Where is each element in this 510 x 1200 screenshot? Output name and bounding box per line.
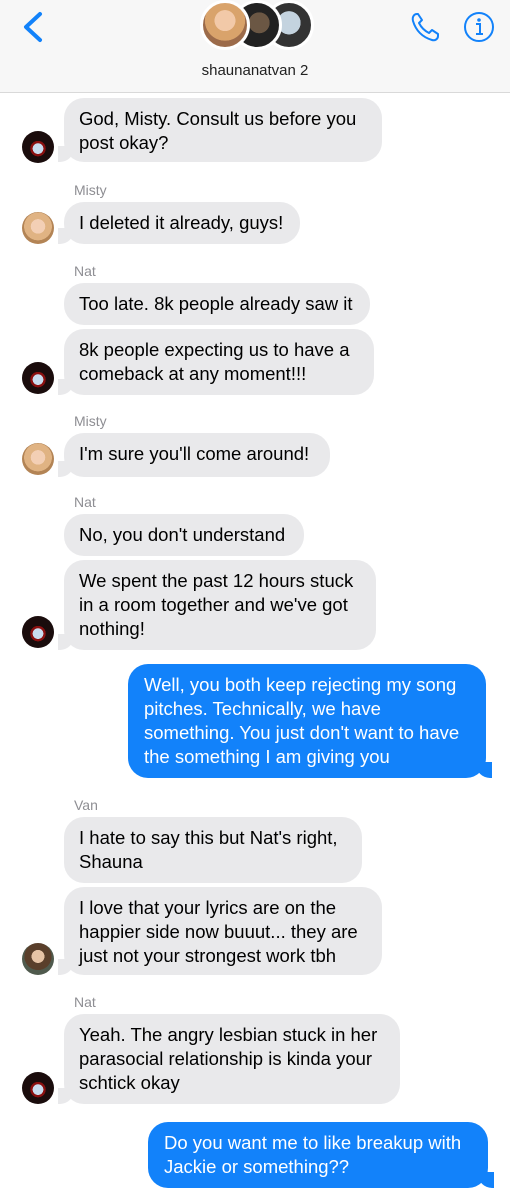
group-avatar-stack[interactable]: [200, 0, 320, 52]
sender-name: Nat: [74, 994, 96, 1010]
message-bubble[interactable]: No, you don't understand: [64, 514, 304, 556]
bubble-tail: [476, 762, 492, 778]
message-bubble[interactable]: Do you want me to like breakup with Jack…: [148, 1122, 494, 1188]
sender-name: Misty: [74, 182, 107, 198]
info-icon[interactable]: [462, 10, 496, 44]
avatar[interactable]: [22, 1072, 54, 1104]
message-bubble[interactable]: I hate to say this but Nat's right, Shau…: [64, 817, 362, 883]
message-bubble[interactable]: I'm sure you'll come around!: [58, 433, 330, 477]
sender-name: Nat: [74, 263, 96, 279]
avatar[interactable]: [22, 616, 54, 648]
chevron-left-icon[interactable]: [18, 10, 48, 44]
message-text: I deleted it already, guys!: [79, 212, 284, 233]
message-text: Well, you both keep rejecting my song pi…: [144, 674, 460, 767]
bubble-tail: [58, 634, 74, 650]
message-bubble[interactable]: Too late. 8k people already saw it: [64, 283, 370, 325]
phone-icon[interactable]: [408, 10, 442, 44]
message-bubble[interactable]: We spent the past 12 hours stuck in a ro…: [58, 560, 376, 650]
bubble-tail: [58, 959, 74, 975]
bubble-tail: [58, 379, 74, 395]
message-text: 8k people expecting us to have a comebac…: [79, 339, 350, 384]
message-bubble[interactable]: I deleted it already, guys!: [58, 202, 300, 244]
message-text: Yeah. The angry lesbian stuck in her par…: [79, 1024, 378, 1093]
sender-name: Nat: [74, 494, 96, 510]
avatar[interactable]: [22, 443, 54, 475]
message-bubble[interactable]: Yeah. The angry lesbian stuck in her par…: [58, 1014, 400, 1104]
avatar[interactable]: [22, 943, 54, 975]
avatar: [200, 0, 250, 50]
message-text: I'm sure you'll come around!: [79, 443, 310, 464]
message-text: God, Misty. Consult us before you post o…: [79, 108, 357, 153]
message-text: Do you want me to like breakup with Jack…: [164, 1132, 462, 1177]
bubble-tail: [58, 461, 74, 477]
message-text: No, you don't understand: [79, 524, 286, 545]
message-bubble[interactable]: Well, you both keep rejecting my song pi…: [128, 664, 492, 778]
message-bubble[interactable]: 8k people expecting us to have a comebac…: [58, 329, 374, 395]
bubble-tail: [58, 228, 74, 244]
bubble-tail: [58, 1088, 74, 1104]
conversation-title[interactable]: shaunanatvan 2: [0, 62, 510, 79]
message-text: I love that your lyrics are on the happi…: [79, 897, 358, 966]
avatar[interactable]: [22, 212, 54, 244]
message-text: Too late. 8k people already saw it: [79, 293, 353, 314]
bubble-tail: [58, 146, 74, 162]
message-text: We spent the past 12 hours stuck in a ro…: [79, 570, 354, 639]
message-text: I hate to say this but Nat's right, Shau…: [79, 827, 338, 872]
sender-name: Van: [74, 797, 98, 813]
bubble-tail: [478, 1172, 494, 1188]
sender-name: Misty: [74, 413, 107, 429]
message-bubble[interactable]: God, Misty. Consult us before you post o…: [58, 98, 382, 162]
conversation-header: shaunanatvan 2: [0, 0, 510, 93]
avatar[interactable]: [22, 362, 54, 394]
avatar[interactable]: [22, 131, 54, 163]
message-bubble[interactable]: I love that your lyrics are on the happi…: [58, 887, 382, 975]
